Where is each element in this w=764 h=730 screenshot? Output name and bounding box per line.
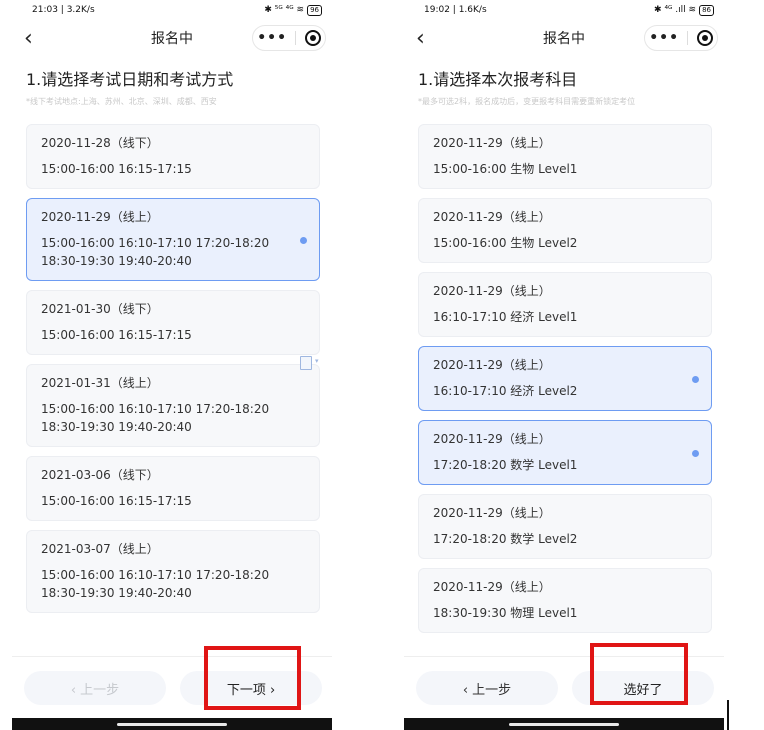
option-detail: 15:00-16:00 16:15-17:15 xyxy=(41,328,192,342)
battery-icon: 96 xyxy=(307,4,322,16)
option-card[interactable]: 2020-11-29（线上） 18:30-19:30 物理 Level1 xyxy=(418,568,712,633)
option-date: 2020-11-29（线上） xyxy=(433,284,551,298)
option-date: 2021-01-30（线下） xyxy=(41,302,159,316)
selected-dot-icon xyxy=(692,375,699,383)
option-card[interactable]: 2021-03-07（线上） 15:00-16:00 16:10-17:10 17… xyxy=(26,530,320,613)
option-detail: 15:00-16:00 生物 Level1 xyxy=(433,162,578,176)
back-icon[interactable]: ‹ xyxy=(24,26,33,51)
option-detail: 16:10-17:10 经济 Level1 xyxy=(433,310,578,324)
option-card[interactable]: 2020-11-29（线上） 15:00-16:00 生物 Level1 xyxy=(418,124,712,189)
option-detail: 18:30-19:30 物理 Level1 xyxy=(433,606,578,620)
signal-icons: ✱ ⁵ᴳ ⁴ᴳ ≋ xyxy=(264,5,305,15)
page-title: 报名中 xyxy=(151,31,193,47)
option-detail: 15:00-16:00 16:10-17:10 17:20-18:20 18:3… xyxy=(41,236,270,268)
status-bar: 21:03 | 3.2K/s ✱ ⁵ᴳ ⁴ᴳ ≋ 96 xyxy=(12,0,332,20)
phone-screen-right: 19:02 | 1.6K/s ✱ ⁴ᴳ .ıll ≋ 86 ‹ 报名中 ••• … xyxy=(404,0,724,730)
footer-bar: ‹ 上一步 选好了 xyxy=(404,656,724,717)
option-card[interactable]: 2020-11-29（线上） 17:20-18:20 数学 Level1 xyxy=(418,420,712,485)
option-date: 2021-03-07（线上） xyxy=(41,542,159,556)
option-date: 2020-11-29（线上） xyxy=(433,506,551,520)
option-detail: 15:00-16:00 生物 Level2 xyxy=(433,236,578,250)
prev-step-button[interactable]: ‹ 上一步 xyxy=(24,671,166,705)
close-target-icon[interactable] xyxy=(304,30,321,46)
home-indicator xyxy=(404,718,724,730)
subject-option-list: 2020-11-29（线上） 15:00-16:00 生物 Level1 2020-… xyxy=(418,124,712,642)
option-date: 2020-11-29（线上） xyxy=(433,210,551,224)
option-date: 2020-11-29（线上） xyxy=(433,358,551,372)
option-detail: 17:20-18:20 数学 Level1 xyxy=(433,458,578,472)
option-card[interactable]: 2020-11-29（线上） 15:00-16:00 生物 Level2 xyxy=(418,198,712,263)
option-date: 2020-11-29（线上） xyxy=(433,136,551,150)
nav-bar: ‹ 报名中 ••• xyxy=(404,20,724,56)
section-heading: 1.请选择本次报考科目 xyxy=(418,70,578,89)
footer-bar: ‹ 上一步 下一项 › xyxy=(12,656,332,717)
prev-step-button[interactable]: ‹ 上一步 xyxy=(416,671,558,705)
option-card[interactable]: 2021-01-31（线上） 15:00-16:00 16:10-17:10 17… xyxy=(26,364,320,447)
section-heading: 1.请选择考试日期和考试方式 xyxy=(26,70,234,89)
date-option-list: 2020-11-28（线下） 15:00-16:00 16:15-17:15 202… xyxy=(26,124,320,622)
option-detail: 17:20-18:20 数学 Level2 xyxy=(433,532,578,546)
option-card[interactable]: 2021-01-30（线下） 15:00-16:00 16:15-17:15 xyxy=(26,290,320,355)
option-detail: 15:00-16:00 16:10-17:10 17:20-18:20 18:3… xyxy=(41,402,270,434)
more-icon[interactable]: ••• xyxy=(257,30,287,46)
hint-text: *线下考试地点:上海、苏州、北京、深圳、成都、西安 xyxy=(26,97,217,106)
home-indicator xyxy=(12,718,332,730)
option-detail: 15:00-16:00 16:15-17:15 xyxy=(41,162,192,176)
next-item-button[interactable]: 下一项 › xyxy=(180,671,322,705)
edge-line xyxy=(727,700,729,730)
status-time: 19:02 | 1.6K/s xyxy=(424,5,487,15)
option-date: 2020-11-29（线上） xyxy=(41,210,159,224)
mini-program-capsule: ••• xyxy=(644,25,718,51)
option-card[interactable]: 2020-11-28（线下） 15:00-16:00 16:15-17:15 xyxy=(26,124,320,189)
document-icon[interactable] xyxy=(300,356,319,370)
option-card[interactable]: 2020-11-29（线上） 15:00-16:00 16:10-17:10 17… xyxy=(26,198,320,281)
option-date: 2020-11-29（线上） xyxy=(433,580,551,594)
confirm-selection-button[interactable]: 选好了 xyxy=(572,671,714,705)
option-card[interactable]: 2020-11-29（线上） 16:10-17:10 经济 Level1 xyxy=(418,272,712,337)
option-date: 2021-01-31（线上） xyxy=(41,376,159,390)
mini-program-capsule: ••• xyxy=(252,25,326,51)
more-icon[interactable]: ••• xyxy=(649,30,679,46)
option-date: 2020-11-29（线上） xyxy=(433,432,551,446)
status-time: 21:03 | 3.2K/s xyxy=(32,5,95,15)
nav-bar: ‹ 报名中 ••• xyxy=(12,20,332,56)
battery-icon: 86 xyxy=(699,4,714,16)
option-card[interactable]: 2020-11-29（线上） 17:20-18:20 数学 Level2 xyxy=(418,494,712,559)
option-date: 2020-11-28（线下） xyxy=(41,136,159,150)
page-title: 报名中 xyxy=(543,31,585,47)
option-date: 2021-03-06（线下） xyxy=(41,468,159,482)
option-detail: 15:00-16:00 16:15-17:15 xyxy=(41,494,192,508)
selected-dot-icon xyxy=(692,449,699,457)
back-icon[interactable]: ‹ xyxy=(416,26,425,51)
hint-text: *最多可选2科，报名成功后，变更报考科目需要重新锁定考位 xyxy=(418,97,636,106)
option-card[interactable]: 2020-11-29（线上） 16:10-17:10 经济 Level2 xyxy=(418,346,712,411)
option-detail: 16:10-17:10 经济 Level2 xyxy=(433,384,578,398)
status-bar: 19:02 | 1.6K/s ✱ ⁴ᴳ .ıll ≋ 86 xyxy=(404,0,724,20)
phone-screen-left: 21:03 | 3.2K/s ✱ ⁵ᴳ ⁴ᴳ ≋ 96 ‹ 报名中 ••• 1.… xyxy=(12,0,332,730)
close-target-icon[interactable] xyxy=(696,30,713,46)
option-detail: 15:00-16:00 16:10-17:10 17:20-18:20 18:3… xyxy=(41,568,270,600)
signal-icons: ✱ ⁴ᴳ .ıll ≋ xyxy=(654,5,697,15)
selected-dot-icon xyxy=(300,236,307,244)
option-card[interactable]: 2021-03-06（线下） 15:00-16:00 16:15-17:15 xyxy=(26,456,320,521)
